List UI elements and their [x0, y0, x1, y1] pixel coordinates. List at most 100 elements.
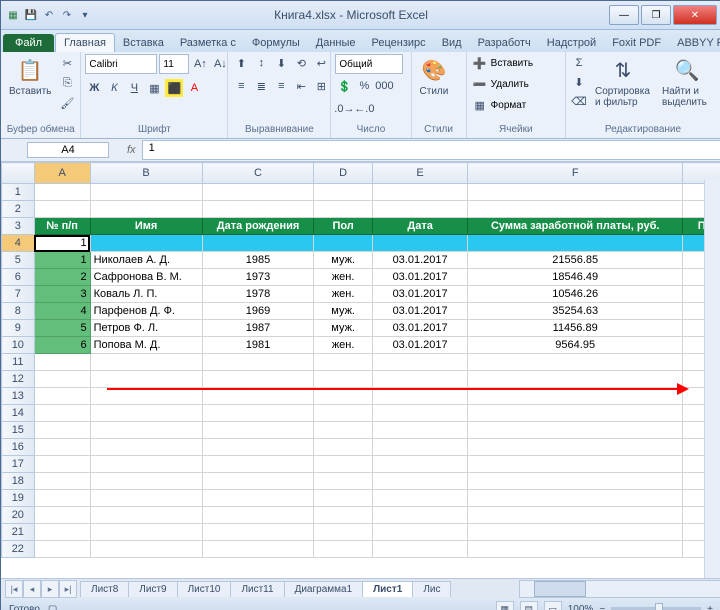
tab-insert[interactable]: Вставка [115, 34, 172, 52]
indent-decrease-icon[interactable]: ⇤ [292, 77, 310, 95]
row-header[interactable]: 2 [2, 201, 35, 218]
tab-abbyy[interactable]: ABBYY PDF [669, 34, 720, 52]
sheet-nav-first[interactable]: |◂ [5, 580, 23, 598]
row-header[interactable]: 17 [2, 456, 35, 473]
delete-cells-icon[interactable]: ➖ [471, 75, 489, 93]
zoom-slider[interactable] [611, 607, 701, 610]
row-header[interactable]: 15 [2, 422, 35, 439]
row-header[interactable]: 13 [2, 388, 35, 405]
copy-icon[interactable]: ⎘ [58, 74, 76, 92]
minimize-button[interactable]: — [609, 5, 639, 25]
redo-icon[interactable]: ↷ [59, 7, 75, 23]
comma-icon[interactable]: 000 [375, 77, 393, 95]
scroll-thumb[interactable] [534, 581, 586, 597]
merge-icon[interactable]: ⊞ [312, 77, 330, 95]
row-header[interactable]: 14 [2, 405, 35, 422]
font-name-select[interactable]: Calibri [85, 54, 157, 74]
row-header[interactable]: 12 [2, 371, 35, 388]
font-size-select[interactable]: 11 [159, 54, 189, 74]
format-cells-icon[interactable]: ▦ [471, 96, 489, 114]
sheet-tab-active[interactable]: Лист1 [362, 581, 413, 597]
name-box[interactable]: A4 [27, 142, 109, 158]
zoom-level[interactable]: 100% [568, 604, 594, 610]
worksheet-grid[interactable]: A B C D E F G 1 2 3 № п/п Имя Дата рожде… [1, 162, 720, 578]
grow-font-icon[interactable]: A↑ [191, 55, 209, 73]
tab-formulas[interactable]: Формулы [244, 34, 308, 52]
align-left-icon[interactable]: ≡ [232, 77, 250, 95]
fill-color-icon[interactable]: ⬛ [165, 79, 183, 97]
sort-filter-button[interactable]: ⇅ Сортировка и фильтр [591, 54, 655, 110]
delete-cells-label[interactable]: Удалить [491, 79, 529, 90]
hdr-num[interactable]: № п/п [34, 218, 90, 235]
percent-icon[interactable]: % [355, 77, 373, 95]
row-header[interactable]: 10 [2, 337, 35, 354]
insert-cells-label[interactable]: Вставить [491, 58, 533, 69]
borders-icon[interactable]: ▦ [145, 79, 163, 97]
file-tab[interactable]: Файл [3, 34, 54, 52]
row-header[interactable]: 1 [2, 184, 35, 201]
row-header[interactable]: 6 [2, 269, 35, 286]
save-icon[interactable]: 💾 [23, 7, 39, 23]
font-color-icon[interactable]: A [185, 79, 203, 97]
format-painter-icon[interactable]: 🖌 [58, 94, 76, 112]
view-pagebreak-icon[interactable]: ▭ [544, 601, 562, 610]
col-header-C[interactable]: C [202, 163, 314, 184]
cut-icon[interactable]: ✂ [58, 54, 76, 72]
row-header[interactable]: 19 [2, 490, 35, 507]
paste-button[interactable]: 📋 Вставить [5, 54, 55, 99]
tab-foxit[interactable]: Foxit PDF [604, 34, 669, 52]
hdr-birth[interactable]: Дата рождения [202, 218, 314, 235]
sheet-nav-prev[interactable]: ◂ [23, 580, 41, 598]
tab-addins[interactable]: Надстрой [539, 34, 604, 52]
shrink-font-icon[interactable]: A↓ [211, 55, 229, 73]
sheet-tab[interactable]: Лис [412, 581, 451, 597]
bold-button[interactable]: Ж [85, 79, 103, 97]
align-bottom-icon[interactable]: ⬇ [272, 54, 290, 72]
view-normal-icon[interactable]: ▦ [496, 601, 514, 610]
sheet-tab[interactable]: Лист11 [230, 581, 284, 597]
sheet-tab[interactable]: Диаграмма1 [284, 581, 364, 597]
hdr-date[interactable]: Дата [372, 218, 468, 235]
orientation-icon[interactable]: ⟲ [292, 54, 310, 72]
row-header[interactable]: 20 [2, 507, 35, 524]
align-center-icon[interactable]: ≣ [252, 77, 270, 95]
hdr-sex[interactable]: Пол [314, 218, 372, 235]
qat-dropdown-icon[interactable]: ▾ [77, 7, 93, 23]
row-header[interactable]: 3 [2, 218, 35, 235]
align-top-icon[interactable]: ⬆ [232, 54, 250, 72]
row-header[interactable]: 18 [2, 473, 35, 490]
row-header[interactable]: 22 [2, 541, 35, 558]
number-format-select[interactable]: Общий [335, 54, 403, 74]
sheet-tab[interactable]: Лист9 [128, 581, 177, 597]
sheet-nav-next[interactable]: ▸ [41, 580, 59, 598]
autosum-icon[interactable]: Σ [570, 54, 588, 72]
underline-button[interactable]: Ч [125, 79, 143, 97]
row-header[interactable]: 5 [2, 252, 35, 269]
format-cells-label[interactable]: Формат [491, 100, 527, 111]
clear-icon[interactable]: ⌫ [570, 92, 588, 110]
find-select-button[interactable]: 🔍 Найти и выделить [658, 54, 716, 110]
align-middle-icon[interactable]: ↕ [252, 54, 270, 72]
hdr-name[interactable]: Имя [90, 218, 202, 235]
row-header[interactable]: 11 [2, 354, 35, 371]
formula-input[interactable]: 1 [142, 140, 720, 160]
row-header[interactable]: 8 [2, 303, 35, 320]
col-header-A[interactable]: A [34, 163, 90, 184]
row-header[interactable]: 4 [2, 235, 35, 252]
zoom-out-button[interactable]: − [599, 604, 605, 610]
sheet-nav-last[interactable]: ▸| [59, 580, 77, 598]
styles-button[interactable]: 🎨 Стили [416, 54, 453, 99]
fill-icon[interactable]: ⬇ [570, 73, 588, 91]
vertical-scrollbar[interactable] [704, 180, 720, 578]
tab-layout[interactable]: Разметка с [172, 34, 244, 52]
hdr-sum[interactable]: Сумма заработной платы, руб. [468, 218, 683, 235]
active-cell[interactable]: 1 [34, 235, 90, 252]
col-header-D[interactable]: D [314, 163, 372, 184]
select-all-corner[interactable] [2, 163, 35, 184]
tab-view[interactable]: Вид [434, 34, 470, 52]
row-header[interactable]: 16 [2, 439, 35, 456]
row-header[interactable]: 9 [2, 320, 35, 337]
col-header-F[interactable]: F [468, 163, 683, 184]
tab-data[interactable]: Данные [308, 34, 364, 52]
tab-developer[interactable]: Разработч [470, 34, 539, 52]
